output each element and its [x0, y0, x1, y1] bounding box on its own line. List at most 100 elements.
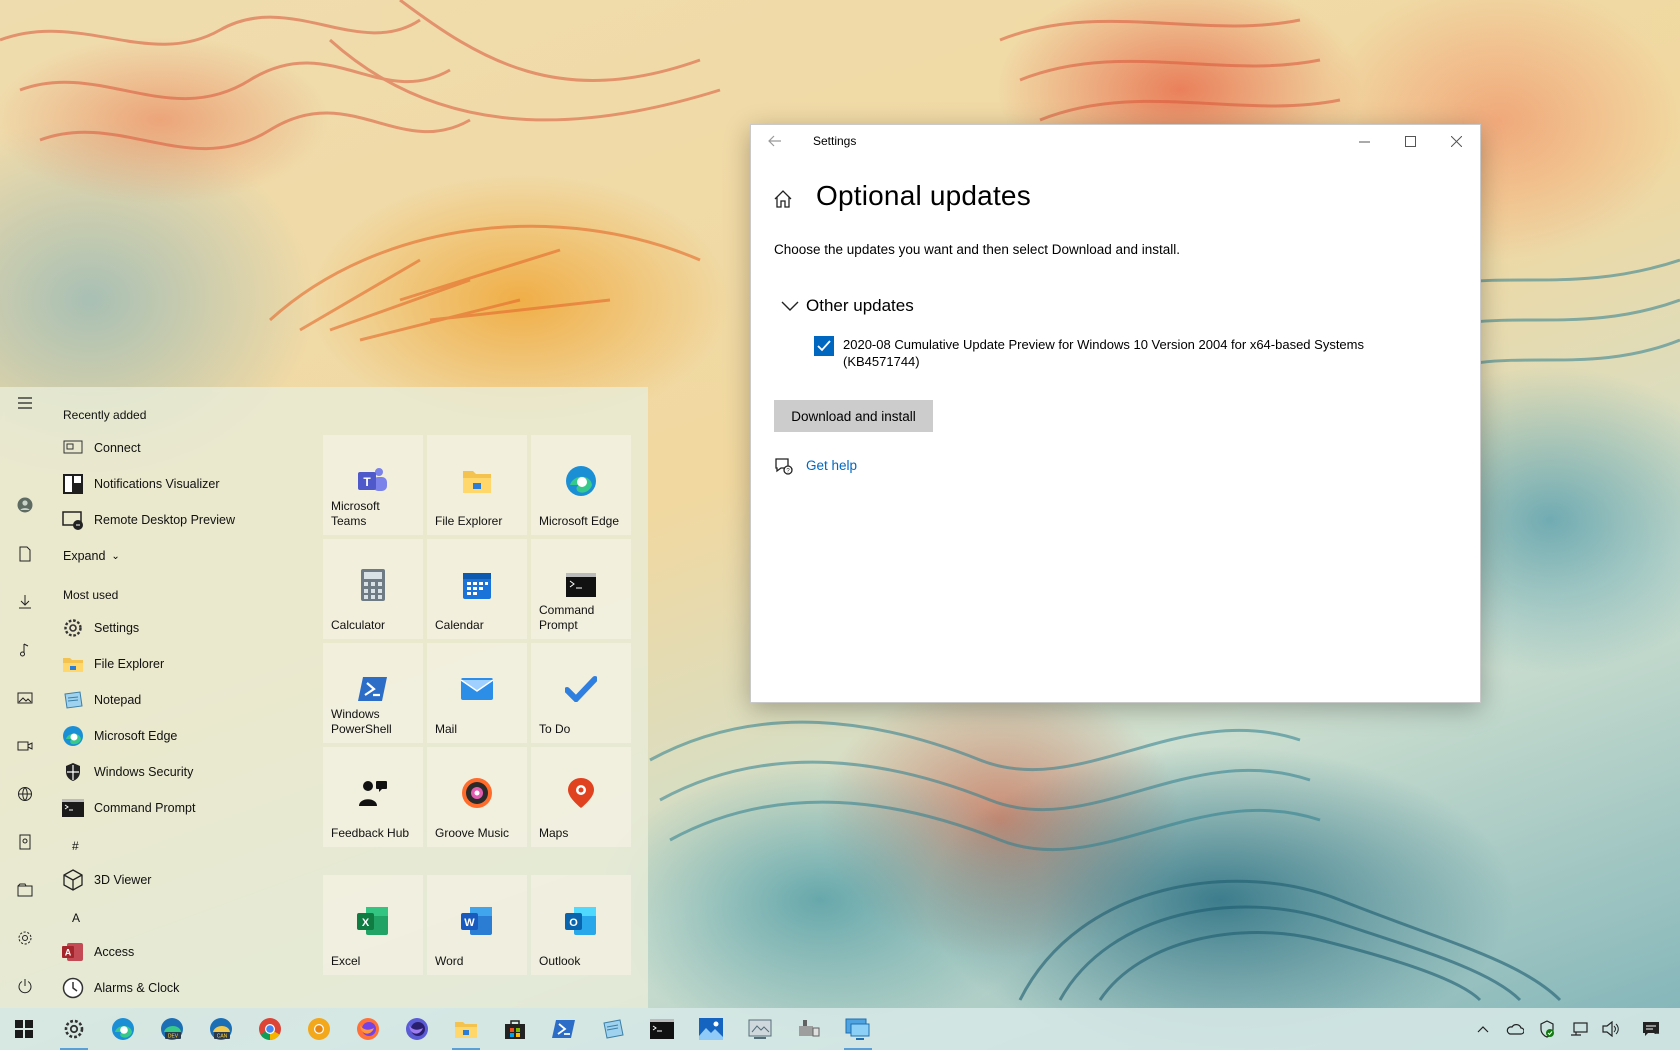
taskbar-snipping-tool[interactable] [736, 1008, 784, 1050]
app-connect[interactable]: Connect [62, 433, 302, 463]
window-title: Settings [813, 134, 857, 148]
taskbar-settings[interactable] [50, 1008, 98, 1050]
security-tray[interactable] [1532, 1008, 1562, 1050]
tile-windows-powershell[interactable]: Windows PowerShell [323, 643, 423, 743]
pictures-icon[interactable] [9, 682, 41, 714]
hamburger-menu-icon[interactable] [9, 387, 41, 419]
videos-icon[interactable] [9, 730, 41, 762]
taskbar-chrome-canary[interactable] [295, 1008, 343, 1050]
taskbar-store[interactable] [491, 1008, 539, 1050]
svg-text:X: X [362, 917, 370, 929]
taskbar-file-explorer[interactable] [442, 1008, 490, 1050]
taskbar-device-manager[interactable] [785, 1008, 833, 1050]
app-remote-desktop-preview[interactable]: Remote Desktop Preview [62, 505, 302, 535]
tile-mail[interactable]: Mail [427, 643, 527, 743]
back-button[interactable] [759, 125, 791, 157]
download-and-install-button[interactable]: Download and install [774, 400, 933, 432]
show-hidden-icons-button[interactable] [1468, 1008, 1498, 1050]
close-button[interactable] [1433, 125, 1479, 157]
network-icon[interactable] [9, 778, 41, 810]
taskbar-firefox-nightly[interactable] [393, 1008, 441, 1050]
taskbar-notepad[interactable] [589, 1008, 637, 1050]
outlook-icon: O [565, 905, 597, 937]
edge-icon [62, 725, 84, 747]
folder-icon [455, 1022, 477, 1038]
photos-icon [699, 1018, 723, 1040]
app-notifications-visualizer[interactable]: Notifications Visualizer [62, 469, 302, 499]
shield-check-icon [1540, 1020, 1554, 1038]
chevron-down-icon [780, 296, 800, 316]
cube-icon [62, 869, 84, 891]
volume-tray[interactable] [1596, 1008, 1626, 1050]
downloads-icon[interactable] [9, 586, 41, 618]
letter-header-a[interactable]: A [72, 911, 80, 925]
page-title: Optional updates [816, 180, 1031, 211]
tile-feedback-hub[interactable]: Feedback Hub [323, 747, 423, 847]
taskbar-remote-desktop[interactable] [834, 1008, 882, 1050]
action-center-button[interactable] [1636, 1008, 1666, 1050]
app-alarms-clock[interactable]: Alarms & Clock [62, 973, 302, 1003]
tile-groove-music[interactable]: Groove Music [427, 747, 527, 847]
start-button[interactable] [0, 1008, 48, 1050]
tile-maps[interactable]: Maps [531, 747, 631, 847]
app-3d-viewer[interactable]: 3D Viewer [62, 865, 302, 895]
taskbar-firefox[interactable] [344, 1008, 392, 1050]
power-icon[interactable] [9, 970, 41, 1002]
svg-text:A: A [65, 948, 72, 958]
connect-icon [62, 437, 84, 459]
app-settings[interactable]: Settings [62, 613, 302, 643]
maximize-button[interactable] [1387, 125, 1433, 157]
app-notepad[interactable]: Notepad [62, 685, 302, 715]
shield-icon [62, 761, 84, 783]
taskbar-chrome[interactable] [246, 1008, 294, 1050]
personal-folder-icon[interactable] [9, 826, 41, 858]
notifications-visualizer-icon [62, 473, 84, 495]
expand-button[interactable]: Expand ⌄ [62, 541, 142, 571]
tile-word[interactable]: W Word [427, 875, 527, 975]
network-tray[interactable] [1564, 1008, 1594, 1050]
tile-calendar[interactable]: Calendar [427, 539, 527, 639]
word-icon: W [461, 905, 493, 937]
letter-header-hash[interactable]: # [72, 839, 79, 853]
clock-icon [62, 977, 84, 999]
app-microsoft-edge[interactable]: Microsoft Edge [62, 721, 302, 751]
taskbar-edge-canary[interactable]: CAN [197, 1008, 245, 1050]
taskbar-edge-dev[interactable]: DEV [148, 1008, 196, 1050]
update-label[interactable]: 2020-08 Cumulative Update Preview for Wi… [843, 336, 1443, 370]
app-access[interactable]: A Access [62, 937, 302, 967]
app-windows-security[interactable]: Windows Security [62, 757, 302, 787]
file-explorer-rail-icon[interactable] [9, 874, 41, 906]
tile-excel[interactable]: X Excel [323, 875, 423, 975]
other-updates-toggle[interactable]: Other updates [780, 296, 914, 316]
home-button[interactable] [771, 187, 795, 211]
tile-command-prompt[interactable]: Command Prompt [531, 539, 631, 639]
document-icon[interactable] [9, 538, 41, 570]
get-help-link[interactable]: Get help [806, 458, 857, 473]
minimize-button[interactable] [1341, 125, 1387, 157]
network-icon [1571, 1022, 1588, 1036]
taskbar-command-prompt[interactable] [638, 1008, 686, 1050]
folder-icon [461, 465, 493, 497]
taskbar-powershell[interactable] [540, 1008, 588, 1050]
app-file-explorer[interactable]: File Explorer [62, 649, 302, 679]
calculator-icon [357, 569, 389, 601]
onedrive-tray[interactable] [1500, 1008, 1530, 1050]
taskbar-edge[interactable] [99, 1008, 147, 1050]
music-note-icon[interactable] [9, 634, 41, 666]
tile-outlook[interactable]: O Outlook [531, 875, 631, 975]
gear-icon [62, 617, 84, 639]
tile-calculator[interactable]: Calculator [323, 539, 423, 639]
tile-microsoft-edge[interactable]: Microsoft Edge [531, 435, 631, 535]
tile-microsoft-teams[interactable]: T Microsoft Teams [323, 435, 423, 535]
gear-icon[interactable] [9, 922, 41, 954]
taskbar-photos[interactable] [687, 1008, 735, 1050]
tile-to-do[interactable]: To Do [531, 643, 631, 743]
user-avatar-icon[interactable] [9, 489, 41, 521]
notepad-icon [62, 689, 84, 711]
title-bar[interactable]: Settings [751, 125, 1480, 157]
firefox-nightly-icon [406, 1018, 428, 1040]
close-icon [1450, 135, 1462, 147]
update-checkbox[interactable] [814, 336, 834, 356]
app-command-prompt[interactable]: Command Prompt [62, 793, 302, 823]
tile-file-explorer[interactable]: File Explorer [427, 435, 527, 535]
